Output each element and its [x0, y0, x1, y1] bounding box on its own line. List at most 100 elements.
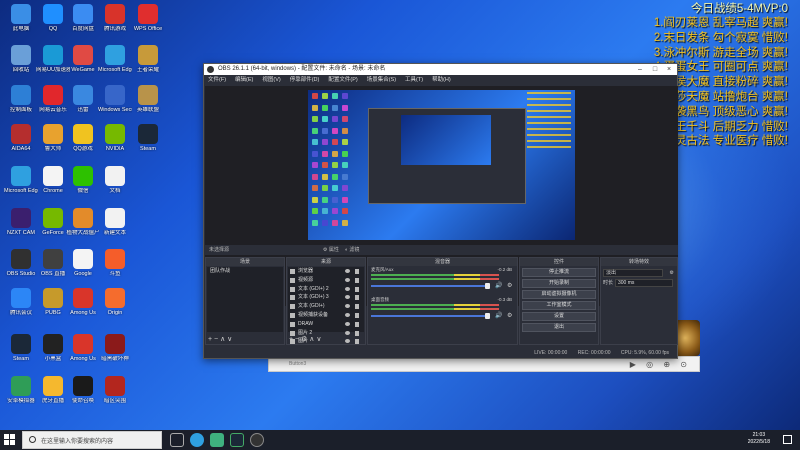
desktop-shortcut[interactable]: 英雄联盟: [131, 85, 165, 125]
desktop-shortcut[interactable]: 植物大战僵尸: [66, 208, 100, 248]
desktop-shortcut[interactable]: 文档: [98, 166, 132, 206]
minimize-button[interactable]: –: [633, 64, 647, 75]
desktop-shortcut[interactable]: 此电脑: [4, 4, 38, 44]
start-button[interactable]: [4, 434, 16, 446]
desktop-shortcut[interactable]: QQ游戏: [66, 124, 100, 164]
menu-item[interactable]: 停靠部件(D): [290, 77, 320, 83]
menu-item[interactable]: 文件(F): [208, 77, 226, 83]
transition-settings-icon[interactable]: ⚙: [670, 268, 674, 278]
desktop-shortcut[interactable]: OBS Studio: [4, 249, 38, 289]
gear-icon[interactable]: ⚙: [507, 282, 512, 289]
desktop-shortcut[interactable]: GeForce: [36, 208, 70, 248]
lock-icon[interactable]: [355, 286, 359, 292]
source-item[interactable]: 视频捕获设备: [288, 311, 364, 320]
source-item[interactable]: 文本 (GDI+) 2: [288, 285, 364, 294]
desktop-shortcut[interactable]: Steam: [4, 334, 38, 374]
desktop-shortcut[interactable]: 网易UU加速器: [36, 45, 70, 85]
control-button[interactable]: 启动虚拟摄像机: [522, 290, 596, 299]
maximize-button[interactable]: □: [648, 64, 662, 75]
volume-slider-knob[interactable]: [485, 313, 490, 319]
source-item[interactable]: DRAW: [288, 320, 364, 329]
desktop-shortcut[interactable]: Windows Security: [98, 85, 132, 125]
desktop-shortcut[interactable]: NVIDIA: [98, 124, 132, 164]
desktop-shortcut[interactable]: QQ: [36, 4, 70, 44]
desktop-shortcut[interactable]: Among Us: [66, 334, 100, 374]
desktop-shortcut[interactable]: 微信: [66, 166, 100, 206]
sources-list[interactable]: 浏览器 视频源 文本 (GDI+) 2 文本 (GDI+) 3 文本 (GDI+) 视频捕…: [288, 267, 364, 345]
desktop-shortcut[interactable]: 网易云音乐: [36, 85, 70, 125]
desktop-shortcut[interactable]: 虎牙直播: [36, 376, 70, 416]
control-button[interactable]: 开始录制: [522, 279, 596, 288]
desktop-shortcut[interactable]: NZXT CAM: [4, 208, 38, 248]
volume-slider-knob[interactable]: [485, 283, 490, 289]
source-item[interactable]: 视频源: [288, 276, 364, 285]
menu-item[interactable]: 工具(T): [405, 77, 423, 83]
desktop-shortcut[interactable]: Among Us: [66, 288, 100, 328]
visibility-eye-icon[interactable]: [345, 321, 350, 326]
desktop-shortcut[interactable]: 腾讯游戏: [98, 4, 132, 44]
desktop-shortcut[interactable]: 使命召唤: [66, 376, 100, 416]
steam-taskbar-icon[interactable]: [230, 433, 244, 447]
visibility-eye-icon[interactable]: [345, 312, 350, 317]
lock-icon[interactable]: [355, 295, 359, 301]
menu-item[interactable]: 编辑(E): [235, 77, 253, 83]
close-button[interactable]: ×: [662, 64, 676, 75]
visibility-eye-icon[interactable]: [345, 304, 350, 309]
task-view-icon[interactable]: [170, 433, 184, 447]
desktop-shortcut[interactable]: 暗黑破坏神: [98, 334, 132, 374]
visibility-eye-icon[interactable]: [345, 339, 350, 344]
desktop-shortcut[interactable]: Microsoft Edge: [98, 45, 132, 85]
desktop-shortcut[interactable]: Steam: [131, 124, 165, 164]
desktop-shortcut[interactable]: 小黑盒: [36, 334, 70, 374]
desktop-shortcut[interactable]: Google: [66, 249, 100, 289]
speaker-icon[interactable]: 🔊: [495, 312, 502, 319]
scenes-list[interactable]: 团队作战: [207, 267, 283, 332]
scenes-dock-footer[interactable]: + − ∧ ∨: [208, 335, 232, 343]
lock-icon[interactable]: [355, 312, 359, 318]
lock-icon[interactable]: [355, 277, 359, 283]
desktop-shortcut[interactable]: Origin: [98, 288, 132, 328]
menu-item[interactable]: 场景集合(S): [367, 77, 396, 83]
obs-window[interactable]: OBS 26.1.1 (64-bit, windows) - 配置文件: 未命名…: [203, 63, 678, 359]
gear-icon[interactable]: ⚙: [507, 312, 512, 319]
control-button[interactable]: 工作室模式: [522, 301, 596, 310]
desktop-shortcut[interactable]: 腾讯会议: [4, 288, 38, 328]
duration-input[interactable]: 300 ms: [615, 279, 673, 287]
visibility-eye-icon[interactable]: [345, 269, 350, 273]
properties-button[interactable]: ⚙ 属性: [323, 245, 339, 255]
desktop-shortcut[interactable]: 新建文本: [98, 208, 132, 248]
menu-item[interactable]: 视图(V): [262, 77, 280, 83]
speaker-icon[interactable]: 🔊: [495, 282, 502, 289]
obs-titlebar[interactable]: OBS 26.1.1 (64-bit, windows) - 配置文件: 未命名…: [204, 64, 677, 75]
edge-taskbar-icon[interactable]: [190, 433, 204, 447]
transition-type-row[interactable]: 淡出 ⚙: [601, 268, 677, 278]
scene-item[interactable]: 团队作战: [207, 267, 283, 276]
desktop-shortcut[interactable]: 暗区突围: [98, 376, 132, 416]
source-item[interactable]: 文本 (GDI+): [288, 302, 364, 311]
lock-icon[interactable]: [355, 321, 359, 327]
notification-icon[interactable]: [783, 435, 792, 444]
desktop-shortcut[interactable]: AIDA64: [4, 124, 38, 164]
lock-icon[interactable]: [355, 339, 359, 345]
control-button[interactable]: 停止推流: [522, 268, 596, 277]
control-button[interactable]: 退出: [522, 323, 596, 332]
visibility-eye-icon[interactable]: [345, 277, 350, 282]
desktop-shortcut[interactable]: Microsoft Edge: [4, 166, 38, 206]
volume-slider[interactable]: [371, 315, 489, 317]
desktop-shortcut[interactable]: 鲁大师: [36, 124, 70, 164]
source-item[interactable]: 浏览器: [288, 267, 364, 276]
menu-item[interactable]: 配置文件(P): [328, 77, 357, 83]
desktop-shortcut[interactable]: Chrome: [36, 166, 70, 206]
lock-icon[interactable]: [355, 330, 359, 336]
volume-slider[interactable]: [371, 285, 489, 287]
desktop-shortcut[interactable]: 百度网盘: [66, 4, 100, 44]
visibility-eye-icon[interactable]: [345, 295, 350, 300]
desktop-shortcut[interactable]: 回收站: [4, 45, 38, 85]
sources-dock-footer[interactable]: + − ⚙ ∧ ∨: [289, 335, 321, 343]
preview-canvas[interactable]: [308, 90, 575, 240]
control-button[interactable]: 设置: [522, 312, 596, 321]
menu-item[interactable]: 帮助(H): [432, 77, 451, 83]
app-taskbar-icon[interactable]: [210, 433, 224, 447]
obs-taskbar-icon[interactable]: [250, 433, 264, 447]
filters-button[interactable]: ◐ 滤镜: [345, 245, 359, 255]
